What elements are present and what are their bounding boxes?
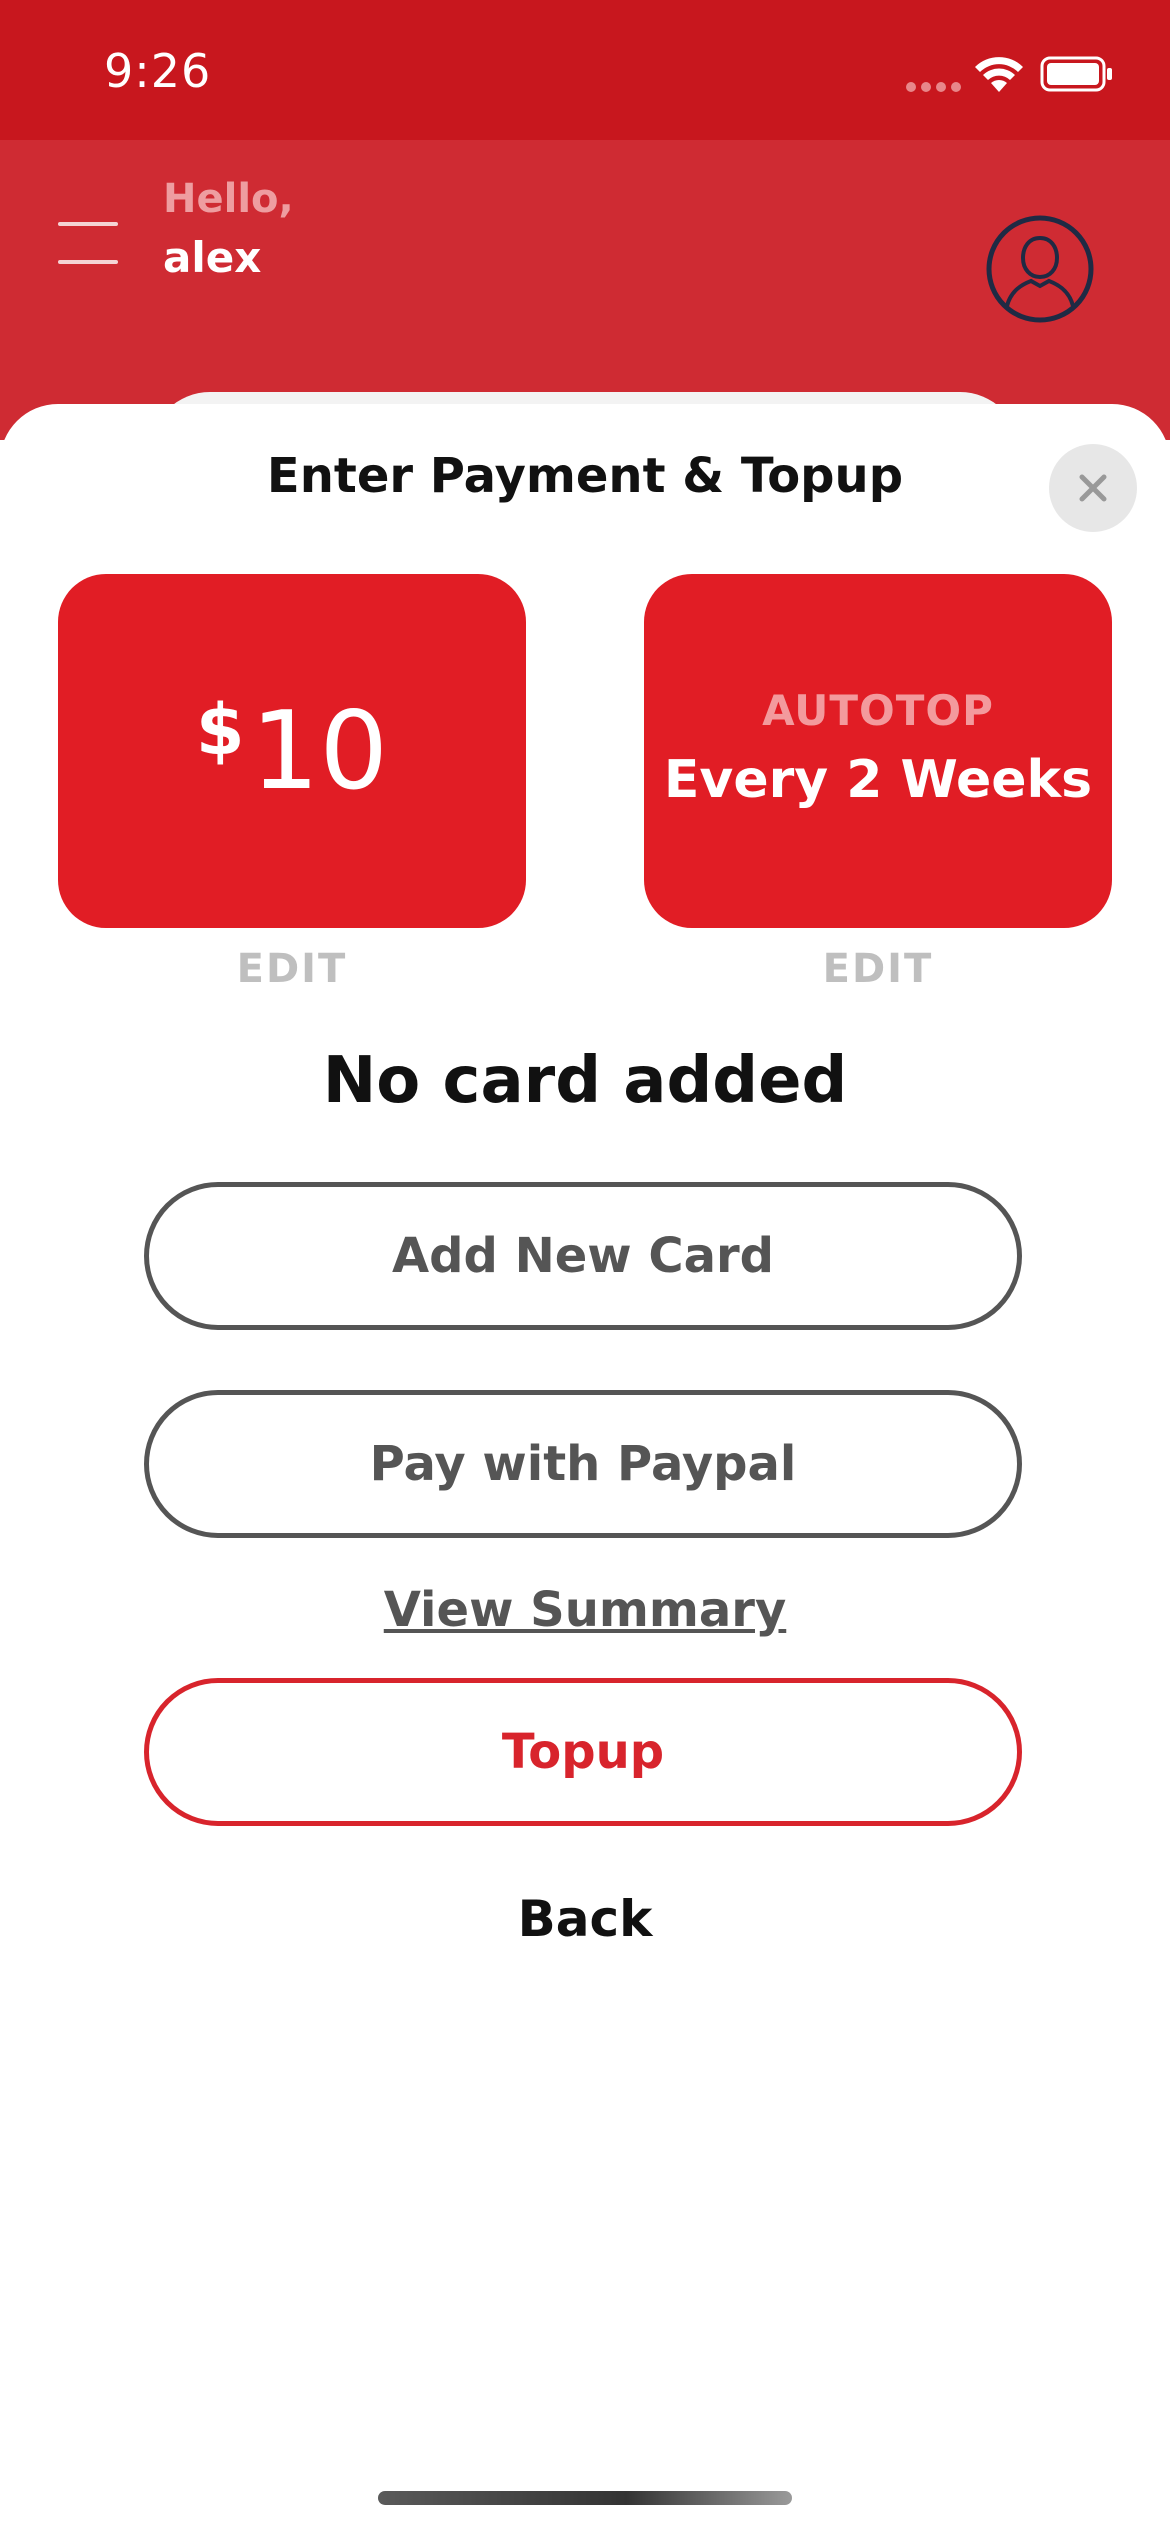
- autotop-tile[interactable]: AUTOTOP Every 2 Weeks: [644, 574, 1112, 928]
- autotop-label: AUTOTOP: [762, 686, 994, 735]
- topup-button[interactable]: Topup: [144, 1678, 1022, 1826]
- add-new-card-button[interactable]: Add New Card: [144, 1182, 1022, 1330]
- status-bar: 9:26: [0, 0, 1170, 140]
- home-indicator: [378, 2491, 792, 2505]
- amount-display: $ 10: [58, 574, 526, 928]
- signal-icon: [906, 82, 962, 94]
- status-time: 9:26: [104, 44, 212, 98]
- wifi-icon: [975, 57, 1023, 92]
- payment-sheet: Enter Payment & Topup $ 10 EDIT AUTOTOP …: [0, 404, 1170, 2532]
- greeting: Hello, alex: [163, 170, 294, 288]
- battery-icon: [1040, 56, 1112, 92]
- edit-amount-button[interactable]: EDIT: [58, 946, 526, 992]
- autotop-frequency: Every 2 Weeks: [663, 750, 1093, 810]
- menu-icon[interactable]: [58, 222, 120, 266]
- close-icon: [1079, 474, 1107, 502]
- pay-with-paypal-button[interactable]: Pay with Paypal: [144, 1390, 1022, 1538]
- sheet-title: Enter Payment & Topup: [266, 448, 904, 504]
- greeting-hello: Hello,: [163, 176, 294, 222]
- profile-icon[interactable]: [985, 214, 1095, 324]
- no-card-message: No card added: [322, 1044, 848, 1118]
- edit-autotop-button[interactable]: EDIT: [644, 946, 1112, 992]
- amount-tile[interactable]: $ 10: [58, 574, 526, 928]
- currency-symbol: $: [195, 689, 245, 771]
- close-button[interactable]: [1049, 444, 1137, 532]
- back-button[interactable]: Back: [0, 1890, 1170, 1948]
- view-summary-link[interactable]: View Summary: [0, 1582, 1170, 1638]
- amount-value: 10: [250, 688, 389, 814]
- greeting-name: alex: [163, 233, 262, 282]
